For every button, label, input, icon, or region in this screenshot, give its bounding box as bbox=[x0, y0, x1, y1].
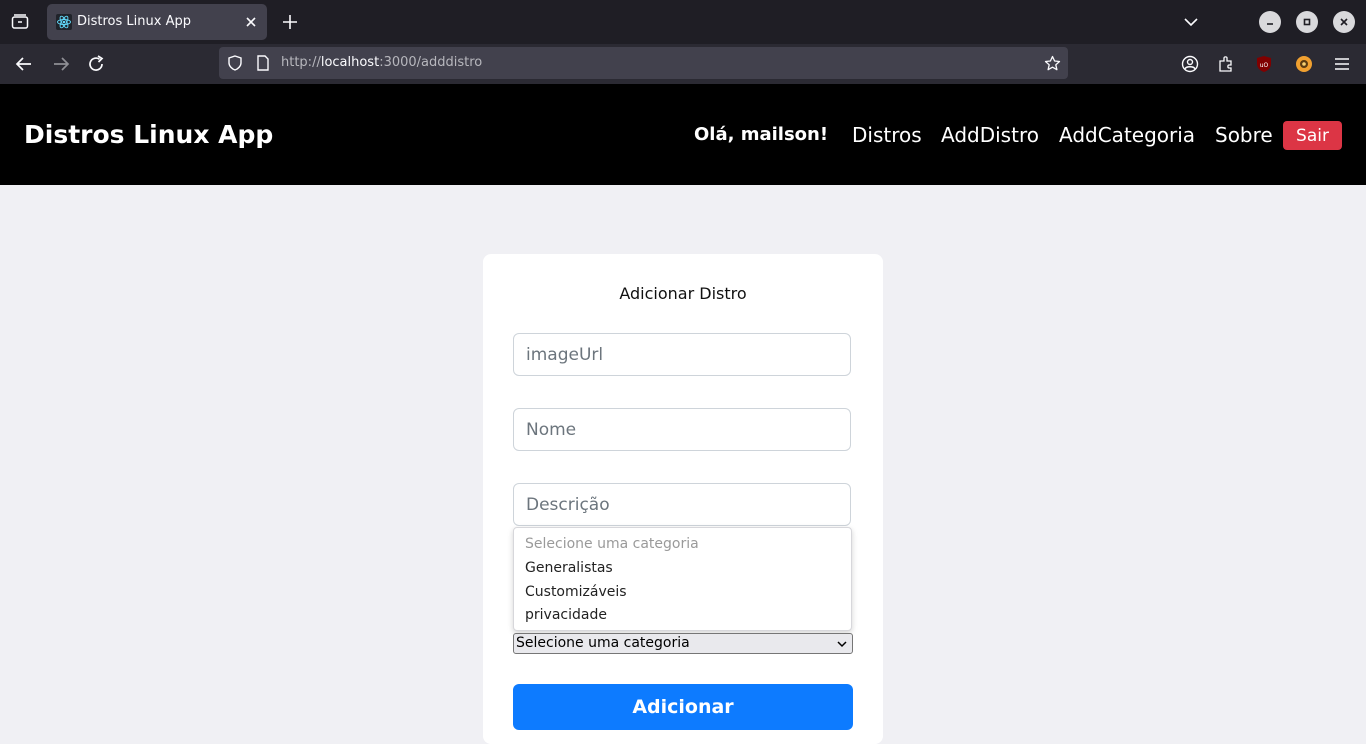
nav-link-sobre[interactable]: Sobre bbox=[1215, 123, 1273, 147]
category-option[interactable]: Customizáveis bbox=[525, 584, 627, 600]
react-icon bbox=[56, 14, 72, 30]
account-icon[interactable] bbox=[1180, 54, 1200, 74]
category-option[interactable]: Generalistas bbox=[525, 560, 613, 576]
shield-icon[interactable] bbox=[227, 55, 243, 71]
nav-link-adddistro[interactable]: AddDistro bbox=[941, 123, 1039, 147]
maximize-icon[interactable] bbox=[1296, 11, 1318, 33]
name-input[interactable] bbox=[513, 408, 851, 451]
close-tab-icon[interactable] bbox=[243, 14, 259, 30]
new-tab-icon[interactable] bbox=[280, 12, 300, 32]
close-window-icon[interactable] bbox=[1333, 11, 1355, 33]
add-button[interactable]: Adicionar bbox=[513, 684, 853, 730]
browser-tab[interactable]: Distros Linux App bbox=[47, 4, 267, 40]
address-bar[interactable]: http://localhost:3000/adddistro bbox=[219, 47, 1068, 79]
category-select-value: Selecione uma categoria bbox=[516, 635, 690, 651]
form-title: Adicionar Distro bbox=[619, 284, 747, 303]
ublock-icon[interactable]: uO bbox=[1254, 54, 1274, 74]
tab-title: Distros Linux App bbox=[77, 14, 191, 29]
extension-badge-icon[interactable] bbox=[1294, 54, 1314, 74]
nav-link-distros[interactable]: Distros bbox=[852, 123, 922, 147]
svg-text:uO: uO bbox=[1260, 62, 1269, 69]
bookmark-star-icon[interactable] bbox=[1044, 55, 1061, 72]
page-icon[interactable] bbox=[256, 55, 270, 71]
category-dropdown-list: Selecione uma categoria Generalistas Cus… bbox=[513, 527, 852, 631]
back-arrow-icon[interactable] bbox=[14, 54, 34, 74]
category-select[interactable]: Selecione uma categoria bbox=[513, 633, 853, 654]
tab-list-icon[interactable] bbox=[8, 10, 32, 34]
logout-button[interactable]: Sair bbox=[1283, 121, 1342, 150]
app-navbar: Distros Linux App Olá, mailson! Distros … bbox=[0, 84, 1366, 185]
nav-link-addcategoria[interactable]: AddCategoria bbox=[1059, 123, 1195, 147]
add-distro-card: Adicionar Distro Selecione uma categoria… bbox=[483, 254, 883, 744]
browser-toolbar: http://localhost:3000/adddistro uO bbox=[0, 44, 1366, 84]
browser-tab-bar: Distros Linux App bbox=[0, 0, 1366, 44]
description-input[interactable] bbox=[513, 483, 851, 526]
minimize-icon[interactable] bbox=[1259, 11, 1281, 33]
category-option[interactable]: privacidade bbox=[525, 607, 607, 623]
user-greeting: Olá, mailson! bbox=[694, 124, 829, 145]
url-text[interactable]: http://localhost:3000/adddistro bbox=[281, 55, 482, 70]
chevron-down-icon bbox=[837, 641, 847, 648]
hamburger-menu-icon[interactable] bbox=[1332, 54, 1352, 74]
image-url-input[interactable] bbox=[513, 333, 851, 376]
extensions-icon[interactable] bbox=[1216, 54, 1236, 74]
reload-icon[interactable] bbox=[86, 54, 106, 74]
forward-arrow-icon[interactable] bbox=[51, 54, 71, 74]
chevron-down-icon[interactable] bbox=[1182, 13, 1200, 31]
app-brand[interactable]: Distros Linux App bbox=[24, 120, 273, 149]
category-option[interactable]: Selecione uma categoria bbox=[525, 536, 699, 552]
